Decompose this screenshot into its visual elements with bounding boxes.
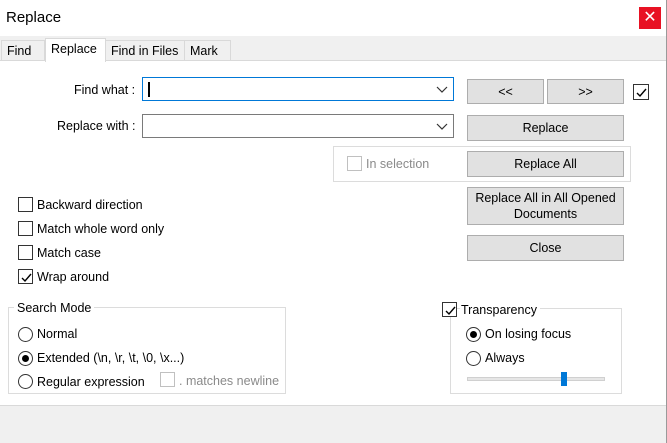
replace-all-button[interactable]: Replace All [467,151,624,177]
normal-mode-radio[interactable] [18,327,33,342]
tab-mark-label: Mark [190,44,218,58]
on-losing-focus-label: On losing focus [485,327,572,341]
backward-direction-checkbox[interactable] [18,197,33,212]
extended-mode-radio[interactable] [18,351,33,366]
text-caret [148,82,150,97]
tab-replace[interactable]: Replace [45,38,106,62]
checkmark-icon [21,273,32,283]
tab-find-in-files[interactable]: Find in Files [105,40,185,61]
match-whole-word-label: Match whole word only [37,222,165,236]
find-what-label: Find what : [74,83,136,97]
window-title: Replace [6,9,62,26]
always-label: Always [485,351,525,365]
radio-selected-dot [22,355,29,362]
normal-mode-label: Normal [37,327,78,341]
tab-find-label: Find [7,44,32,58]
replace-panel: Find what : Replace with : << >> Replace… [0,60,666,406]
in-selection-label: In selection [366,157,430,171]
replace-dialog: Replace ✕ Find Replace Find in Files Mar… [0,0,667,443]
find-what-combo[interactable] [142,77,454,101]
match-whole-word-checkbox[interactable] [18,221,33,236]
replace-with-combo[interactable] [142,114,454,138]
tab-strip: Find Replace Find in Files Mark [0,38,666,62]
find-next-button[interactable]: >> [547,79,624,104]
checkmark-icon [636,88,647,98]
transparency-label: Transparency [460,303,540,317]
wrap-around-label: Wrap around [37,270,110,284]
search-mode-title: Search Mode [14,301,95,315]
tab-find-in-files-label: Find in Files [111,44,179,58]
transparency-slider-track[interactable] [467,377,605,381]
checkmark-icon [445,306,456,316]
close-icon: ✕ [643,9,657,26]
find-previous-button[interactable]: << [467,79,544,104]
wrap-around-checkbox[interactable] [18,269,33,284]
matches-newline-checkbox[interactable] [160,372,175,387]
replace-all-in-opened-docs-button[interactable]: Replace All in All Opened Documents [467,187,624,225]
backward-direction-label: Backward direction [37,198,143,212]
match-case-checkbox[interactable] [18,245,33,260]
tab-find[interactable]: Find [1,40,45,61]
status-bar [0,407,666,443]
in-selection-checkbox[interactable] [347,156,362,171]
replace-with-label: Replace with : [57,119,136,133]
close-window-button[interactable]: ✕ [639,7,661,29]
tab-replace-label: Replace [51,42,97,56]
extended-mode-label: Extended (\n, \r, \t, \0, \x...) [37,351,185,365]
regex-mode-label: Regular expression [37,375,145,389]
always-radio[interactable] [466,351,481,366]
follow-current-doc-checkbox[interactable] [633,84,649,100]
replace-button[interactable]: Replace [467,115,624,141]
regex-mode-radio[interactable] [18,374,33,389]
transparency-checkbox[interactable] [442,302,457,317]
match-case-label: Match case [37,246,101,260]
tab-mark[interactable]: Mark [184,40,231,61]
title-bar: Replace ✕ [0,0,666,36]
close-button[interactable]: Close [467,235,624,261]
chevron-down-icon[interactable] [435,82,449,96]
matches-newline-label: . matches newline [179,374,280,388]
on-losing-focus-radio[interactable] [466,327,481,342]
chevron-down-icon[interactable] [435,119,449,133]
transparency-slider-thumb[interactable] [561,372,567,386]
radio-selected-dot [470,331,477,338]
